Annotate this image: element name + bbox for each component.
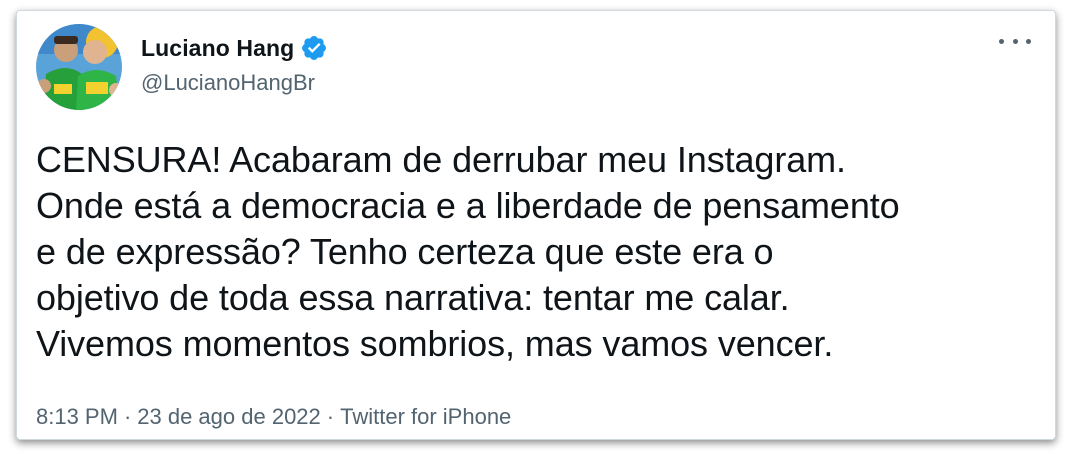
tweet-time[interactable]: 8:13 PM [36, 404, 118, 430]
tweet-text: CENSURA! Acabaram de derrubar meu Instag… [36, 139, 900, 364]
avatar[interactable] [36, 24, 122, 110]
tweet-metadata: 8:13 PM · 23 de ago de 2022 · Twitter fo… [36, 404, 511, 430]
dot-icon [1026, 38, 1031, 44]
dot-icon [1012, 38, 1018, 44]
tweet-source[interactable]: Twitter for iPhone [340, 404, 511, 430]
dot-icon [999, 38, 1004, 44]
tweet-card: Luciano Hang @LucianoHangBr CENSURA! Aca… [16, 10, 1056, 440]
author-name-row[interactable]: Luciano Hang [141, 33, 328, 63]
verified-badge-icon [300, 34, 328, 62]
separator: · [326, 404, 335, 429]
more-options-button[interactable] [999, 29, 1031, 53]
tweet-date[interactable]: 23 de ago de 2022 [137, 404, 321, 430]
author-display-name[interactable]: Luciano Hang [141, 35, 294, 62]
author-handle[interactable]: @LucianoHangBr [141, 70, 315, 96]
separator: · [123, 404, 132, 429]
profile-photo-icon [36, 24, 122, 110]
